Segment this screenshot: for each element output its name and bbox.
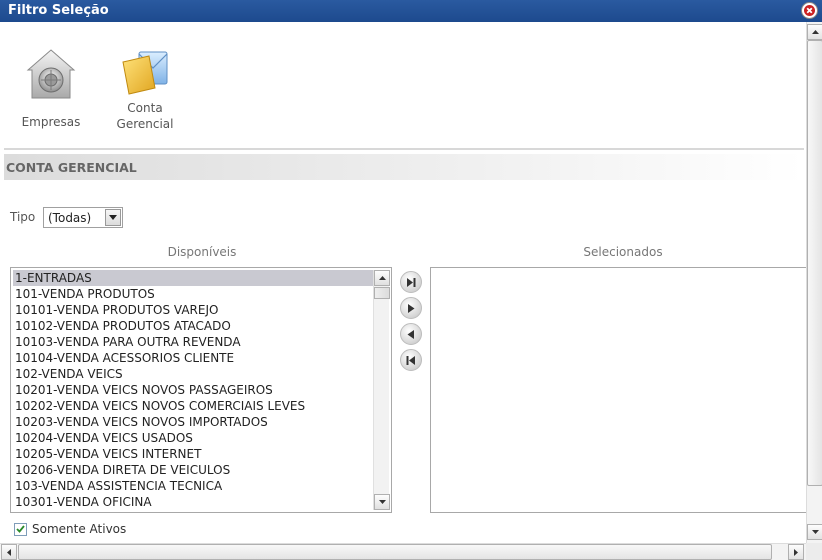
scroll-down-icon[interactable] [374, 494, 390, 510]
somente-ativos-label: Somente Ativos [32, 522, 127, 536]
dialog-content: Empresas Conta Gerencial CONTA GERENCIAL… [0, 22, 806, 543]
somente-ativos-checkbox[interactable] [14, 522, 27, 536]
conta-gerencial-label: Conta Gerencial [116, 101, 174, 131]
somente-ativos-option[interactable]: Somente Ativos [14, 522, 126, 536]
empresas-button[interactable]: Empresas [18, 48, 84, 130]
move-all-left-icon [406, 355, 415, 365]
scrollbar-corner [806, 543, 822, 560]
chevron-down-icon[interactable] [105, 209, 121, 226]
list-item[interactable]: 10203-VENDA VEICS NOVOS IMPORTADOS [13, 414, 373, 430]
scroll-down-icon[interactable] [807, 524, 822, 540]
list-item[interactable]: 101-VENDA PRODUTOS [13, 286, 373, 302]
section-divider [4, 148, 804, 150]
move-all-left-button[interactable] [400, 349, 422, 371]
move-right-icon [408, 303, 415, 313]
window-horizontal-scrollbar[interactable] [0, 543, 806, 560]
list-item[interactable]: 10103-VENDA PARA OUTRA REVENDA [13, 334, 373, 350]
list-item[interactable]: 10104-VENDA ACESSORIOS CLIENTE [13, 350, 373, 366]
list-item[interactable]: 10205-VENDA VEICS INTERNET [13, 446, 373, 462]
available-items: 1-ENTRADAS 101-VENDA PRODUTOS 10101-VENDA … [13, 270, 373, 510]
list-item[interactable]: 10201-VENDA VEICS NOVOS PASSAGEIROS [13, 382, 373, 398]
list-item[interactable]: 10206-VENDA DIRETA DE VEICULOS [13, 462, 373, 478]
selected-title: Selecionados [583, 245, 663, 259]
close-icon[interactable] [801, 2, 818, 19]
list-item[interactable]: 10301-VENDA OFICINA [13, 494, 373, 510]
selected-list[interactable] [430, 267, 806, 513]
scroll-up-icon[interactable] [374, 270, 390, 286]
conta-gerencial-button[interactable]: Conta Gerencial [110, 48, 180, 132]
move-all-right-icon [407, 277, 416, 287]
scroll-left-icon[interactable] [1, 544, 17, 560]
list-item[interactable]: 10102-VENDA PRODUTOS ATACADO [13, 318, 373, 334]
move-all-right-button[interactable] [400, 271, 422, 293]
checkmark-icon [16, 525, 25, 533]
vault-icon [26, 49, 76, 99]
scroll-up-icon[interactable] [807, 24, 822, 40]
available-title: Disponíveis [167, 245, 237, 259]
list-item[interactable]: 10204-VENDA VEICS USADOS [13, 430, 373, 446]
list-item[interactable]: 103-VENDA ASSISTENCIA TECNICA [13, 478, 373, 494]
scroll-thumb[interactable] [374, 287, 390, 299]
list-item[interactable]: 10202-VENDA VEICS NOVOS COMERCIAIS LEVES [13, 398, 373, 414]
window-title: Filtro Seleção [8, 3, 109, 18]
tipo-select[interactable]: (Todas) [43, 207, 123, 228]
scroll-right-icon[interactable] [788, 544, 804, 560]
list-item[interactable]: 102-VENDA VEICS [13, 366, 373, 382]
empresas-label: Empresas [21, 115, 81, 129]
available-list[interactable]: 1-ENTRADAS 101-VENDA PRODUTOS 10101-VENDA … [10, 267, 392, 513]
folder-mail-icon [122, 51, 168, 95]
window-hscroll-thumb[interactable] [18, 544, 772, 560]
move-left-icon [407, 329, 414, 339]
section-header: CONTA GERENCIAL [4, 154, 804, 180]
window-vertical-scrollbar[interactable] [806, 22, 822, 543]
window-titlebar: Filtro Seleção [0, 0, 822, 22]
window-vscroll-thumb[interactable] [807, 40, 822, 486]
move-right-button[interactable] [400, 297, 422, 319]
tipo-select-value: (Todas) [48, 211, 92, 225]
section-title: CONTA GERENCIAL [6, 160, 137, 175]
available-list-scrollbar[interactable] [373, 270, 390, 510]
tipo-label: Tipo [10, 210, 36, 224]
list-item[interactable]: 1-ENTRADAS [13, 270, 373, 286]
move-left-button[interactable] [400, 323, 422, 345]
list-item[interactable]: 10101-VENDA PRODUTOS VAREJO [13, 302, 373, 318]
